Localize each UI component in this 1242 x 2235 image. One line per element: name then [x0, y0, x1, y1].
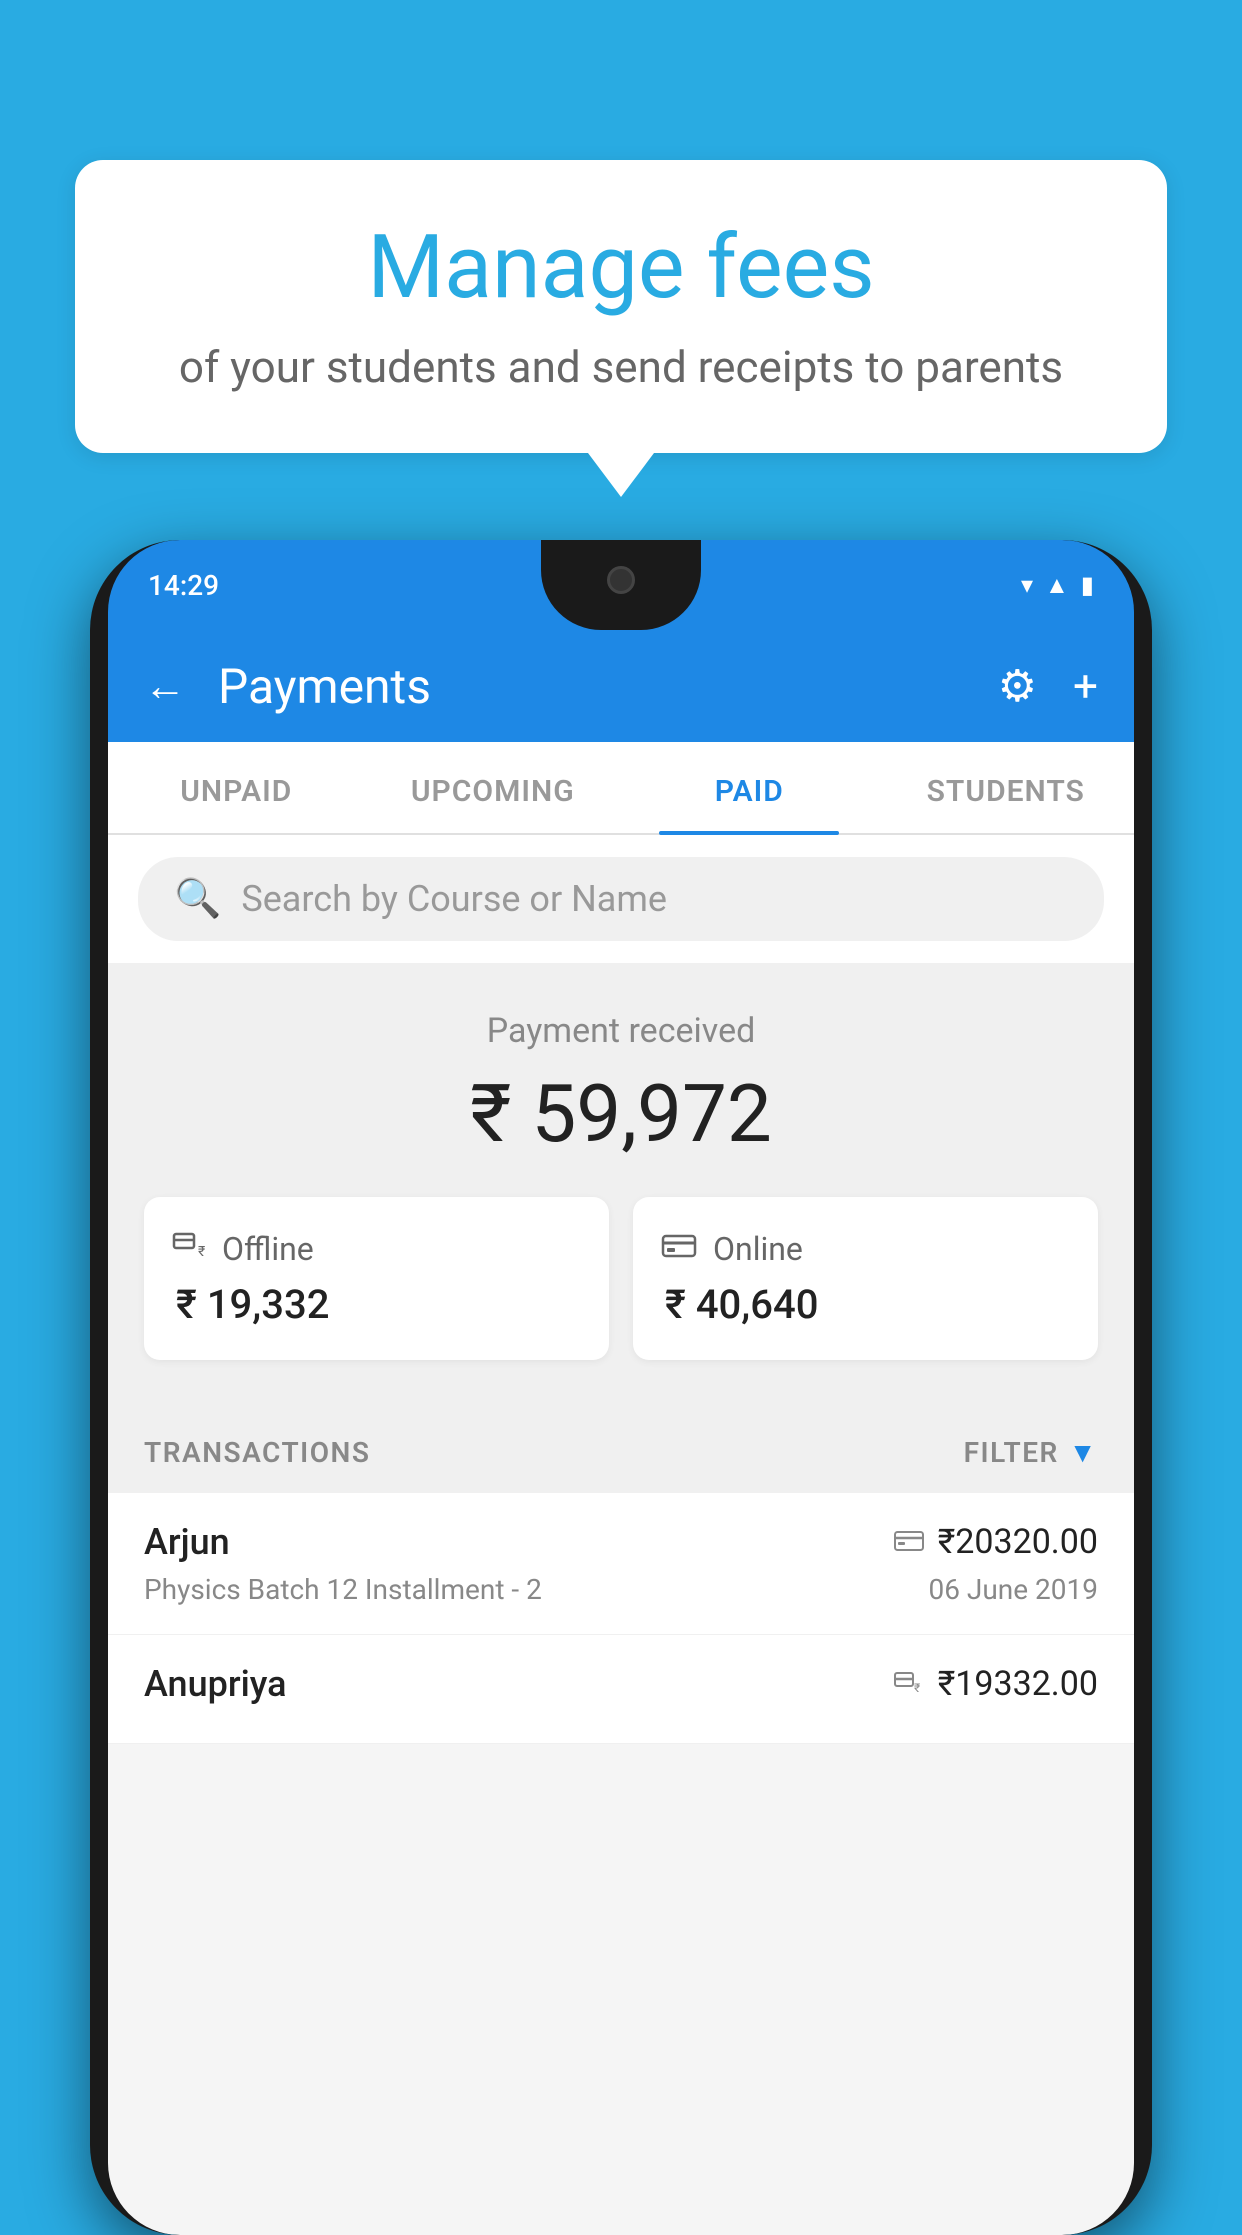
transaction-name: Arjun [144, 1521, 230, 1563]
battery-icon: ▮ [1081, 571, 1094, 599]
tab-upcoming[interactable]: UPCOMING [365, 742, 622, 833]
offline-card-header: ₹ Offline [172, 1229, 314, 1269]
transaction-date: 06 June 2019 [928, 1573, 1098, 1606]
offline-amount: ₹ 19,332 [176, 1281, 329, 1328]
app-header: ← Payments ⚙ + [108, 630, 1134, 742]
transaction-course: Physics Batch 12 Installment - 2 [144, 1573, 542, 1606]
offline-icon: ₹ [172, 1229, 206, 1269]
header-icons: ⚙ + [998, 660, 1098, 712]
payment-amount: ₹ 59,972 [144, 1067, 1098, 1161]
transaction-top-row: Anupriya ₹ ₹19332.00 [144, 1663, 1098, 1705]
transaction-row[interactable]: Arjun ₹20320.00 [108, 1493, 1134, 1635]
camera-notch [607, 566, 635, 594]
tab-unpaid[interactable]: UNPAID [108, 742, 365, 833]
transactions-header: TRANSACTIONS FILTER ▼ [108, 1404, 1134, 1493]
transaction-amount: ₹19332.00 [938, 1664, 1098, 1704]
transaction-amount: ₹20320.00 [938, 1522, 1098, 1562]
phone-container: 14:29 ▾ ▲ ▮ ← Payments ⚙ + UNPAID [90, 540, 1152, 2208]
offline-label: Offline [222, 1230, 314, 1268]
online-amount: ₹ 40,640 [665, 1281, 818, 1328]
filter-icon: ▼ [1069, 1436, 1098, 1469]
search-bar[interactable]: 🔍 Search by Course or Name [138, 857, 1104, 941]
status-icons: ▾ ▲ ▮ [1021, 571, 1094, 600]
add-icon[interactable]: + [1073, 660, 1098, 712]
transactions-label: TRANSACTIONS [144, 1436, 370, 1469]
filter-button[interactable]: FILTER ▼ [964, 1436, 1098, 1469]
payment-summary: Payment received ₹ 59,972 ₹ [108, 963, 1134, 1404]
transaction-top-row: Arjun ₹20320.00 [144, 1521, 1098, 1563]
online-icon [661, 1229, 697, 1269]
phone: 14:29 ▾ ▲ ▮ ← Payments ⚙ + UNPAID [90, 540, 1152, 2235]
search-container: 🔍 Search by Course or Name [108, 835, 1134, 963]
transaction-name: Anupriya [144, 1663, 287, 1705]
app-content: 🔍 Search by Course or Name Payment recei… [108, 835, 1134, 2235]
offline-payment-icon: ₹ [894, 1667, 924, 1702]
tabs-bar: UNPAID UPCOMING PAID STUDENTS [108, 742, 1134, 835]
speech-bubble-container: Manage fees of your students and send re… [75, 160, 1167, 453]
transaction-row[interactable]: Anupriya ₹ ₹19332.00 [108, 1635, 1134, 1744]
signal-icon: ▲ [1045, 571, 1069, 600]
page-title: Payments [218, 658, 966, 715]
offline-card: ₹ Offline ₹ 19,332 [144, 1197, 609, 1360]
settings-icon[interactable]: ⚙ [998, 660, 1037, 712]
speech-bubble: Manage fees of your students and send re… [75, 160, 1167, 453]
search-icon: 🔍 [174, 877, 221, 921]
status-bar: 14:29 ▾ ▲ ▮ [108, 540, 1134, 630]
online-label: Online [713, 1230, 803, 1268]
bubble-subtitle: of your students and send receipts to pa… [145, 341, 1097, 393]
online-card: Online ₹ 40,640 [633, 1197, 1098, 1360]
svg-text:₹: ₹ [198, 1244, 205, 1260]
phone-inner: 14:29 ▾ ▲ ▮ ← Payments ⚙ + UNPAID [108, 540, 1134, 2235]
payment-label: Payment received [144, 1011, 1098, 1051]
transaction-amount-row: ₹20320.00 [894, 1522, 1098, 1562]
search-input[interactable]: Search by Course or Name [241, 878, 667, 920]
transaction-amount-row: ₹ ₹19332.00 [894, 1664, 1098, 1704]
online-payment-icon [894, 1525, 924, 1560]
tab-students[interactable]: STUDENTS [878, 742, 1135, 833]
tab-paid[interactable]: PAID [621, 742, 878, 833]
online-card-header: Online [661, 1229, 803, 1269]
transaction-bottom-row: Physics Batch 12 Installment - 2 06 June… [144, 1573, 1098, 1606]
wifi-icon: ▾ [1021, 571, 1033, 599]
status-time: 14:29 [148, 569, 219, 602]
svg-text:₹: ₹ [914, 1681, 920, 1694]
bubble-title: Manage fees [145, 220, 1097, 317]
payment-cards: ₹ Offline ₹ 19,332 [144, 1197, 1098, 1360]
back-button[interactable]: ← [144, 662, 186, 711]
